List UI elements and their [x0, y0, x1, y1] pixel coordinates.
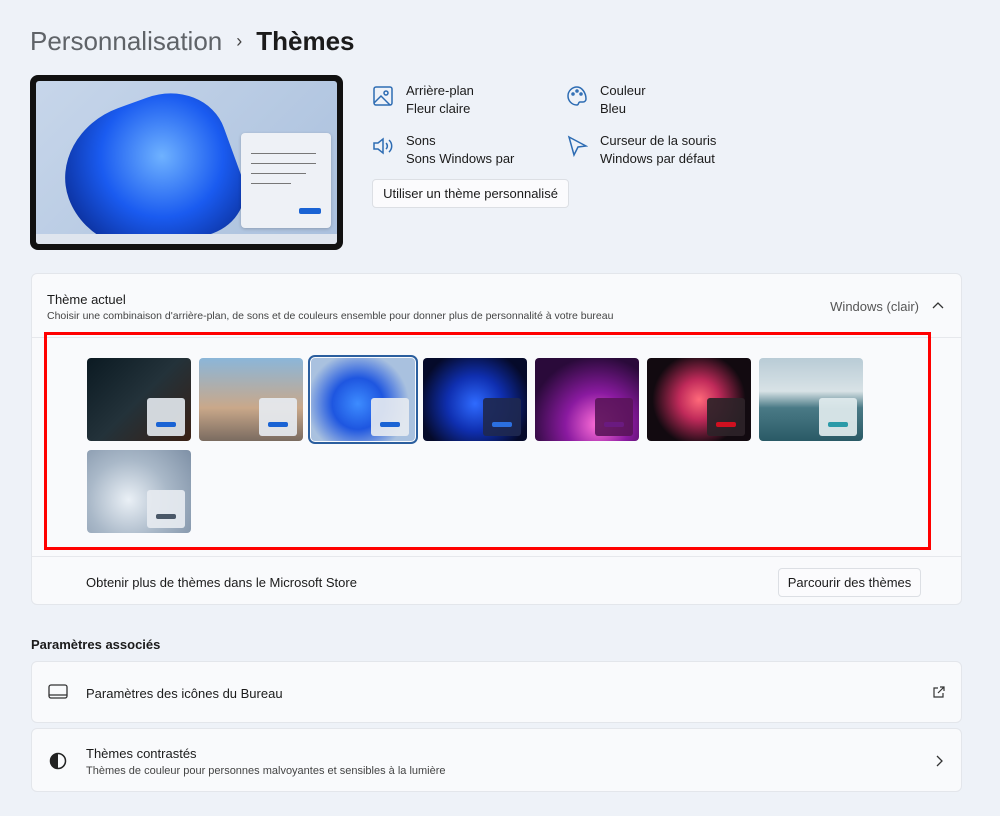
contrast-icon [49, 752, 67, 770]
property-value: Bleu [600, 101, 627, 116]
browse-themes-button[interactable]: Parcourir des thèmes [778, 568, 921, 597]
breadcrumb-separator: › [236, 31, 243, 51]
related-item-title: Paramètres des icônes du Bureau [86, 686, 283, 701]
cursor-icon [567, 135, 588, 157]
property-value: Fleur claire [406, 101, 471, 116]
current-theme-description: Choisir une combinaison d'arrière-plan, … [47, 310, 614, 322]
monitor-icon [48, 684, 68, 699]
speaker-icon [373, 137, 393, 155]
palette-icon [567, 86, 587, 106]
highlight-box [44, 332, 931, 550]
desktop-icons-settings[interactable]: Paramètres des icônes du Bureau [31, 661, 962, 723]
property-label: Curseur de la souris [600, 133, 717, 148]
page-title: Thèmes [256, 26, 355, 56]
custom-theme-button[interactable]: Utiliser un thème personnalisé [372, 179, 569, 208]
property-sounds[interactable]: Sons Sons Windows par [372, 132, 514, 168]
current-theme-value: Windows (clair) [830, 299, 919, 314]
breadcrumb: Personnalisation › Thèmes [30, 26, 355, 57]
property-label: Arrière-plan [406, 83, 474, 98]
image-icon [373, 86, 393, 106]
current-theme-header[interactable]: Thème actuel Choisir une combinaison d'a… [32, 274, 961, 337]
related-item-title: Thèmes contrastés [86, 746, 197, 761]
store-text: Obtenir plus de thèmes dans le Microsoft… [86, 575, 357, 590]
property-value: Windows par défaut [600, 151, 715, 166]
property-label: Sons [406, 133, 436, 148]
property-cursor[interactable]: Curseur de la souris Windows par défaut [566, 132, 716, 168]
chevron-right-icon [936, 755, 943, 767]
related-item-subtitle: Thèmes de couleur pour personnes malvoya… [86, 765, 446, 777]
breadcrumb-parent[interactable]: Personnalisation [30, 26, 222, 57]
current-theme-title: Thème actuel [47, 292, 126, 307]
related-heading: Paramètres associés [31, 637, 161, 652]
property-label: Couleur [600, 83, 646, 98]
property-background[interactable]: Arrière-plan Fleur claire [372, 82, 474, 118]
contrast-themes-settings[interactable]: Thèmes contrastés Thèmes de couleur pour… [31, 728, 962, 792]
property-value: Sons Windows par [406, 151, 515, 166]
theme-preview [30, 75, 343, 250]
property-color[interactable]: Couleur Bleu [566, 82, 646, 118]
chevron-up-icon[interactable] [932, 301, 944, 311]
external-link-icon [933, 686, 945, 698]
